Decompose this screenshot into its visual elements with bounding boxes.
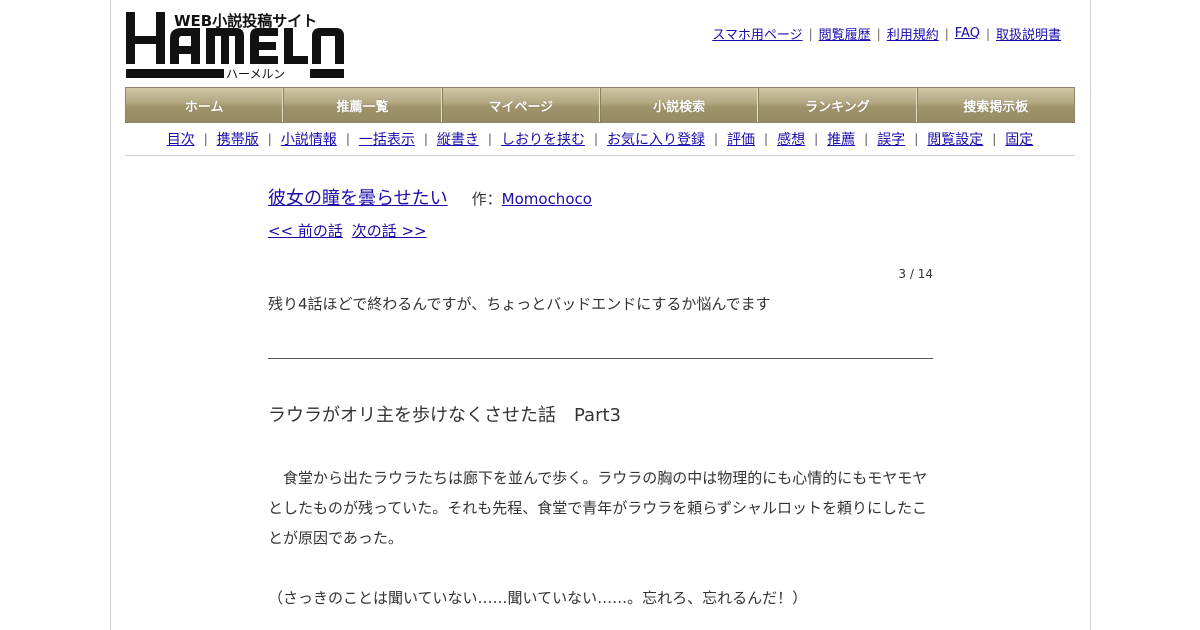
separator: | — [203, 131, 208, 146]
separator: | — [764, 131, 769, 146]
author-link[interactable]: Momochoco — [502, 190, 592, 208]
nav-recommendations[interactable]: 推薦一覧 — [283, 88, 442, 122]
sub-nav-rating[interactable]: 評価 — [727, 129, 755, 149]
chapter-body: 食堂から出たラウラたちは廊下を並んで歩く。ラウラの胸の中は物理的にも心情的にもモ… — [268, 463, 933, 613]
link-history[interactable]: 閲覧履歴 — [819, 24, 871, 43]
sub-nav-bookmark[interactable]: しおりを挟む — [501, 129, 585, 149]
separator: | — [914, 131, 919, 146]
hameln-logo-icon: WEB小説投稿サイト ハーメルン — [126, 12, 344, 80]
separator: | — [864, 131, 869, 146]
site-logo[interactable]: WEB小説投稿サイト ハーメルン — [126, 10, 346, 80]
separator: | — [992, 131, 997, 146]
episode-nav: << 前の話 次の話 >> — [268, 220, 933, 241]
novel-header: 彼女の瞳を曇らせたい 作：Momochoco — [268, 184, 933, 210]
sub-nav-pin[interactable]: 固定 — [1005, 129, 1033, 149]
top-links: スマホ用ページ | 閲覧履歴 | 利用規約 | FAQ | 取扱説明書 — [712, 24, 1061, 43]
svg-text:WEB小説投稿サイト: WEB小説投稿サイト — [174, 12, 317, 30]
author-info: 作：Momochoco — [472, 188, 592, 209]
link-smartphone[interactable]: スマホ用ページ — [712, 24, 802, 43]
separator: | — [808, 26, 813, 41]
separator: | — [814, 131, 819, 146]
chapter-title: ラウラがオリ主を歩けなくさせた話 Part3 — [268, 405, 621, 426]
separator: | — [944, 26, 949, 41]
body-paragraph: 食堂から出たラウラたちは廊下を並んで歩く。ラウラの胸の中は物理的にも心情的にもモ… — [268, 469, 928, 547]
author-label: 作： — [471, 190, 502, 208]
sub-nav-view-settings[interactable]: 閲覧設定 — [927, 129, 983, 149]
sub-nav-novel-info[interactable]: 小説情報 — [281, 129, 337, 149]
sub-nav-favorite[interactable]: お気に入り登録 — [607, 129, 705, 149]
sub-nav-typo[interactable]: 誤字 — [877, 129, 905, 149]
link-faq[interactable]: FAQ — [955, 26, 980, 41]
sub-nav-review[interactable]: 感想 — [777, 129, 805, 149]
separator: | — [487, 131, 492, 146]
preface-text: 残り4話ほどで終わるんですが、ちょっとバッドエンドにするか悩んでます — [268, 295, 771, 313]
next-episode-link[interactable]: 次の話 >> — [352, 222, 427, 240]
separator: | — [714, 131, 719, 146]
sub-nav-mobile[interactable]: 携帯版 — [217, 129, 259, 149]
link-manual[interactable]: 取扱説明書 — [996, 24, 1061, 43]
body-paragraph: （さっきのことは聞いていない……聞いていない……。忘れろ、忘れるんだ！） — [268, 589, 808, 607]
svg-text:ハーメルン: ハーメルン — [226, 67, 285, 80]
nav-ranking[interactable]: ランキング — [758, 88, 917, 122]
sub-nav-show-all[interactable]: 一括表示 — [359, 129, 415, 149]
nav-home[interactable]: ホーム — [126, 88, 284, 122]
separator: | — [345, 131, 350, 146]
sub-nav-toc[interactable]: 目次 — [167, 129, 195, 149]
page-counter: 3 / 14 — [898, 267, 933, 281]
divider — [268, 358, 933, 359]
nav-mypage[interactable]: マイページ — [441, 88, 600, 122]
sub-nav-vertical[interactable]: 縦書き — [437, 129, 479, 149]
prev-episode-link[interactable]: << 前の話 — [268, 222, 343, 240]
sub-nav: 目次 | 携帯版 | 小説情報 | 一括表示 | 縦書き | しおりを挟む | … — [125, 128, 1075, 156]
separator: | — [593, 131, 598, 146]
separator: | — [985, 26, 990, 41]
separator: | — [267, 131, 272, 146]
link-terms[interactable]: 利用規約 — [887, 24, 939, 43]
nav-novel-search[interactable]: 小説検索 — [599, 88, 759, 122]
main-nav: ホーム 推薦一覧 マイページ 小説検索 ランキング 捜索掲示板 — [125, 87, 1075, 123]
separator: | — [876, 26, 881, 41]
sub-nav-recommend[interactable]: 推薦 — [827, 129, 855, 149]
novel-title-link[interactable]: 彼女の瞳を曇らせたい — [268, 184, 448, 210]
separator: | — [423, 131, 428, 146]
nav-search-board[interactable]: 捜索掲示板 — [916, 88, 1074, 122]
novel-content: 彼女の瞳を曇らせたい 作：Momochoco << 前の話 次の話 >> 3 /… — [268, 184, 933, 613]
